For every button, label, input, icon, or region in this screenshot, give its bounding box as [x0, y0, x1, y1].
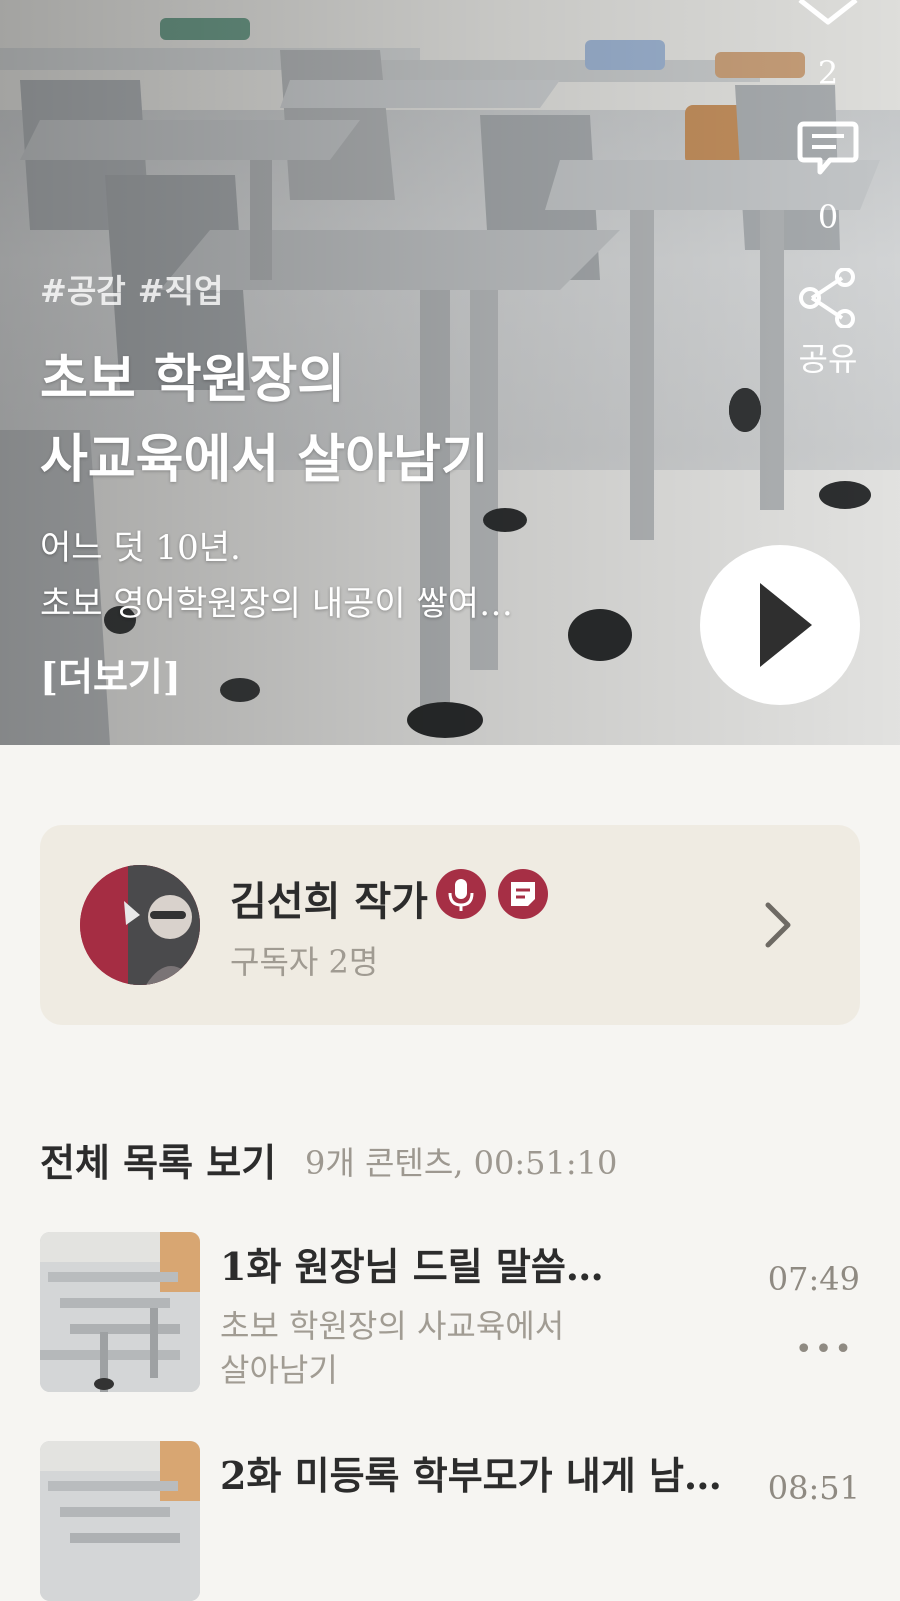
author-card[interactable]: 김선희 작가 구독자 2명	[40, 825, 860, 1025]
series-title-line: 초보 학원장의	[40, 349, 346, 410]
note-icon	[498, 869, 548, 919]
hero-banner: #공감 #직업 초보 학원장의 사교육에서 살아남기 어느 덧 10년. 초보 영…	[0, 0, 900, 745]
chevron-right-icon	[765, 902, 791, 948]
share-icon	[799, 267, 855, 329]
list-item[interactable]: 2화 미등록 학부모가 내게 남… 08:51	[40, 1441, 860, 1601]
episode-duration: 07:49	[767, 1260, 860, 1298]
share-label: 공유	[798, 340, 858, 378]
tag-job[interactable]: #직업	[138, 272, 224, 310]
series-title-line: 사교육에서 살아남기	[40, 429, 489, 490]
author-name: 김선희 작가	[230, 878, 428, 925]
episode-title: 1화 원장님 드릴 말씀…	[220, 1244, 604, 1289]
play-icon	[760, 583, 812, 667]
series-title: 초보 학원장의 사교육에서 살아남기	[40, 340, 680, 500]
tag-empathy[interactable]: #공감	[40, 272, 126, 310]
series-description-line: 초보 영어학원장의 내공이 쌓여…	[40, 584, 514, 624]
hero-tags: #공감 #직업	[40, 266, 235, 312]
episode-subtitle: 초보 학원장의 사교육에서 살아남기	[220, 1307, 565, 1389]
episode-title: 2화 미등록 학부모가 내게 남…	[220, 1453, 722, 1498]
play-button[interactable]	[700, 545, 860, 705]
series-description: 어느 덧 10년. 초보 영어학원장의 내공이 쌓여…	[40, 520, 640, 632]
episode-duration: 08:51	[767, 1469, 860, 1507]
share-button[interactable]: 공유	[790, 267, 866, 380]
like-button[interactable]: 2	[790, 0, 866, 92]
comment-icon	[797, 121, 859, 175]
list-item[interactable]: 1화 원장님 드릴 말씀… 초보 학원장의 사교육에서 살아남기 07:49 •…	[40, 1232, 860, 1392]
more-options-icon[interactable]: •••	[795, 1332, 854, 1367]
like-count: 2	[817, 54, 839, 92]
comment-count: 0	[817, 198, 839, 236]
heart-icon	[798, 0, 858, 25]
avatar	[80, 865, 200, 985]
episode-thumbnail	[40, 1441, 200, 1601]
list-title[interactable]: 전체 목록 보기	[40, 1132, 276, 1187]
comment-button[interactable]: 0	[790, 120, 866, 236]
mic-icon	[436, 869, 486, 919]
list-meta: 9개 콘텐츠, 00:51:10	[305, 1144, 618, 1182]
episode-thumbnail	[40, 1232, 200, 1392]
more-link[interactable]: [더보기]	[40, 646, 181, 701]
series-description-line: 어느 덧 10년.	[40, 528, 241, 568]
subscriber-count: 구독자 2명	[230, 943, 379, 981]
